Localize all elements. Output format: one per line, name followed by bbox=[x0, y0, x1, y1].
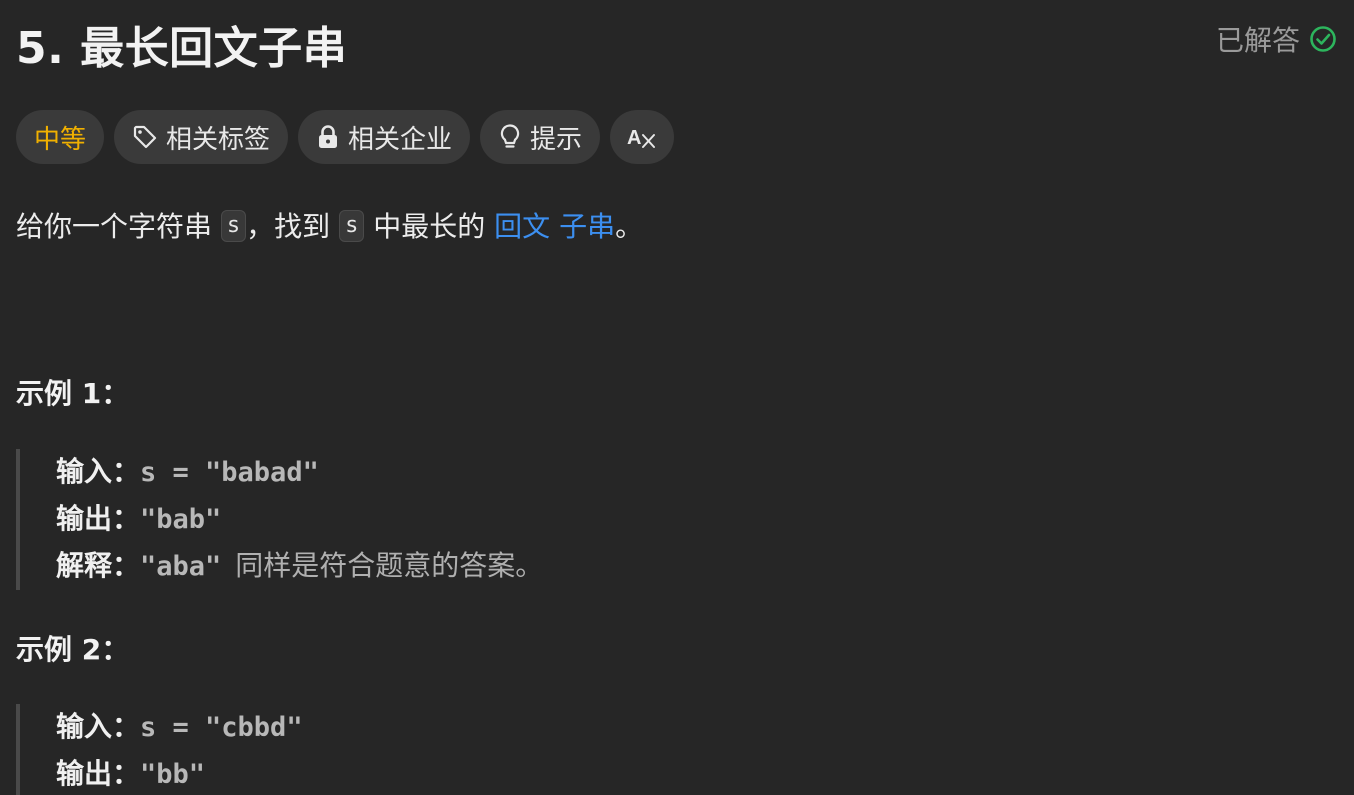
example-1-heading: 示例 1： bbox=[16, 377, 130, 410]
input-value: s = "babad" bbox=[140, 457, 319, 488]
example-1-block: 输入：s = "babad" 输出："bab" 解释："aba" 同样是符合题意的… bbox=[16, 449, 543, 590]
desc-text-2: ，找到 bbox=[246, 210, 331, 243]
font-toggle-button[interactable]: A bbox=[610, 110, 675, 164]
related-tags-label: 相关标签 bbox=[166, 124, 271, 155]
difficulty-label: 中等 bbox=[34, 124, 87, 155]
example-1-input: 输入：s = "babad" bbox=[56, 449, 543, 496]
output-label: 输出： bbox=[56, 502, 141, 535]
related-companies-label: 相关企业 bbox=[348, 124, 453, 155]
lightbulb-icon bbox=[498, 123, 522, 151]
example-1-explanation: 解释："aba" 同样是符合题意的答案。 bbox=[56, 543, 543, 590]
desc-text-1: 给你一个字符串 bbox=[16, 210, 213, 243]
problem-title[interactable]: 5. 最长回文子串 bbox=[16, 12, 347, 76]
explanation-value: "aba" bbox=[140, 551, 222, 582]
output-value: "bab" bbox=[140, 504, 222, 535]
example-1-output: 输出："bab" bbox=[56, 496, 543, 543]
check-circle-icon bbox=[1308, 24, 1338, 54]
inline-code-s-2: s bbox=[339, 210, 365, 242]
output-label: 输出： bbox=[56, 757, 141, 790]
problem-header: 5. 最长回文子串 已解答 bbox=[16, 12, 1338, 76]
solved-label: 已解答 bbox=[1215, 24, 1300, 57]
svg-text:A: A bbox=[627, 127, 641, 149]
translate-icon: A bbox=[626, 123, 658, 151]
example-2-block: 输入：s = "cbbd" 输出："bb" bbox=[16, 704, 303, 795]
example-2-heading: 示例 2： bbox=[16, 633, 130, 666]
problem-description-panel: 5. 最长回文子串 已解答 中等 相关标签 相关企业 提示 A 给你一个字符串 … bbox=[0, 0, 1354, 795]
explanation-note: 同样是符合题意的答案。 bbox=[235, 549, 544, 582]
hint-button[interactable]: 提示 bbox=[480, 110, 601, 164]
input-label: 输入： bbox=[56, 455, 141, 488]
palindrome-link[interactable]: 回文 bbox=[494, 210, 550, 243]
desc-text-3: 中最长的 bbox=[373, 210, 486, 243]
substring-link[interactable]: 子串 bbox=[559, 210, 615, 243]
related-companies-button[interactable]: 相关企业 bbox=[298, 110, 471, 164]
output-value: "bb" bbox=[140, 759, 206, 790]
explanation-label: 解释： bbox=[56, 549, 141, 582]
inline-code-s: s bbox=[220, 210, 247, 242]
input-value: s = "cbbd" bbox=[140, 712, 303, 743]
lock-icon bbox=[316, 124, 340, 150]
problem-tags: 中等 相关标签 相关企业 提示 A bbox=[16, 110, 675, 164]
example-2-output: 输出："bb" bbox=[56, 751, 303, 795]
hint-label: 提示 bbox=[530, 124, 583, 155]
example-2-input: 输入：s = "cbbd" bbox=[56, 704, 303, 751]
difficulty-badge: 中等 bbox=[16, 110, 105, 164]
input-label: 输入： bbox=[56, 710, 141, 743]
problem-description: 给你一个字符串 s ，找到 s 中最长的 回文 子串。 bbox=[16, 205, 643, 249]
related-tags-button[interactable]: 相关标签 bbox=[114, 110, 289, 164]
desc-text-4: 。 bbox=[615, 210, 644, 243]
tag-icon bbox=[132, 124, 158, 150]
solved-status: 已解答 bbox=[1216, 19, 1338, 59]
